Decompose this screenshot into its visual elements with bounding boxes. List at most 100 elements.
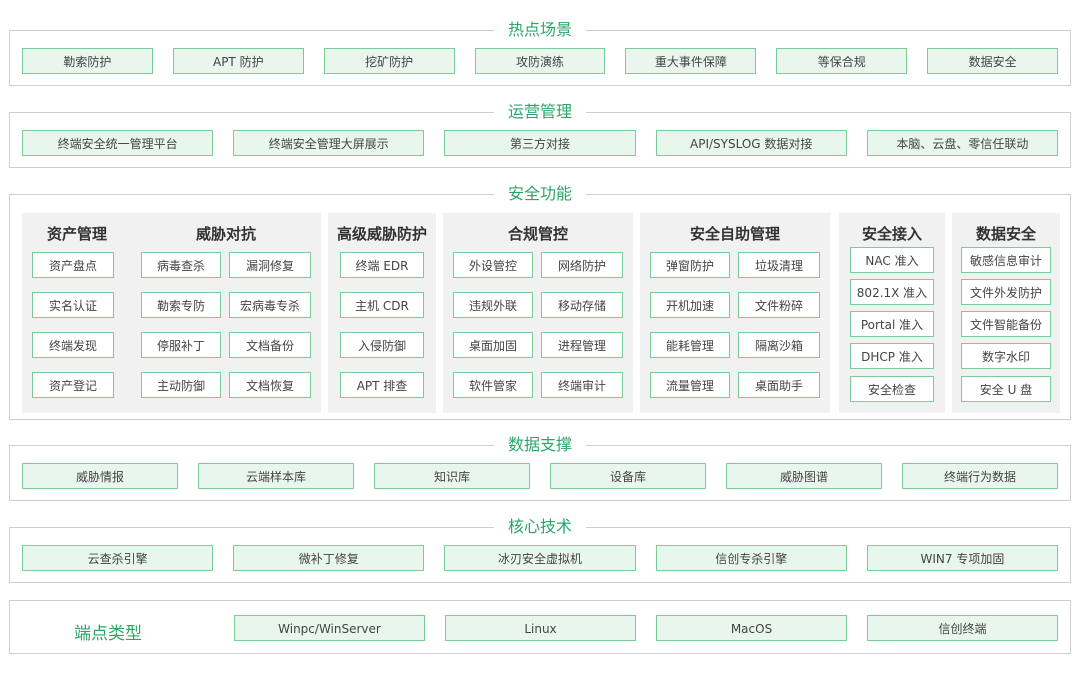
function-item: 安全 U 盘 bbox=[961, 376, 1051, 402]
function-item: 敏感信息审计 bbox=[961, 247, 1051, 273]
security-functions-section: 安全功能 资产管理 资产盘点 实名认证 终端发现 资产登记 威胁对抗 病毒查杀 … bbox=[9, 184, 1071, 420]
group-title: 威胁对抗 bbox=[195, 225, 256, 243]
group-compliance-control: 合规管控 外设管控 网络防护 违规外联 移动存储 桌面加固 进程管理 软件管家 … bbox=[443, 213, 633, 413]
function-item: 病毒查杀 bbox=[141, 252, 221, 278]
function-item: 流量管理 bbox=[650, 372, 730, 398]
function-item: 文档备份 bbox=[229, 332, 311, 358]
function-item: 文件外发防护 bbox=[961, 279, 1051, 305]
function-item: APT 排查 bbox=[340, 372, 424, 398]
hot-scenarios-section: 热点场景 勒索防护 APT 防护 挖矿防护 攻防演练 重大事件保障 等保合规 数… bbox=[9, 20, 1071, 86]
operations-section: 运营管理 终端安全统一管理平台 终端安全管理大屏展示 第三方对接 API/SYS… bbox=[9, 102, 1071, 168]
function-item: 入侵防御 bbox=[340, 332, 424, 358]
hot-scenario-item: 等保合规 bbox=[776, 48, 908, 74]
endpoint-types-section: 端点类型 Winpc/WinServer Linux MacOS 信创终端 bbox=[9, 600, 1071, 654]
function-item: 主机 CDR bbox=[340, 292, 424, 318]
function-item: 移动存储 bbox=[541, 292, 623, 318]
data-support-item: 威胁情报 bbox=[22, 463, 178, 489]
operations-item: 终端安全管理大屏展示 bbox=[233, 130, 425, 156]
function-item: 实名认证 bbox=[32, 292, 114, 318]
core-tech-section: 核心技术 云查杀引擎 微补丁修复 冰刃安全虚拟机 信创专杀引擎 WIN7 专项加… bbox=[9, 517, 1071, 583]
function-item: 802.1X 准入 bbox=[850, 279, 934, 305]
function-item: 能耗管理 bbox=[650, 332, 730, 358]
function-item: 弹窗防护 bbox=[650, 252, 730, 278]
function-item: 软件管家 bbox=[453, 372, 533, 398]
data-support-item: 威胁图谱 bbox=[726, 463, 882, 489]
function-item: 资产登记 bbox=[32, 372, 114, 398]
operations-title: 运营管理 bbox=[493, 102, 587, 122]
operations-item: 终端安全统一管理平台 bbox=[22, 130, 214, 156]
data-support-item: 终端行为数据 bbox=[902, 463, 1058, 489]
group-title: 高级威胁防护 bbox=[336, 225, 427, 243]
function-item: 宏病毒专杀 bbox=[229, 292, 311, 318]
function-item: 终端审计 bbox=[541, 372, 623, 398]
function-item: 开机加速 bbox=[650, 292, 730, 318]
endpoint-types-label: 端点类型 bbox=[74, 624, 142, 644]
function-item: DHCP 准入 bbox=[850, 343, 934, 369]
function-item: 漏洞修复 bbox=[229, 252, 311, 278]
function-item: 违规外联 bbox=[453, 292, 533, 318]
function-item: Portal 准入 bbox=[850, 311, 934, 337]
group-threat-countermeasures: 威胁对抗 病毒查杀 漏洞修复 勒索专防 宏病毒专杀 停服补丁 文档备份 主动防御… bbox=[131, 213, 321, 413]
function-item: 桌面助手 bbox=[738, 372, 820, 398]
group-title: 数据安全 bbox=[975, 225, 1036, 243]
function-item: 资产盘点 bbox=[32, 252, 114, 278]
group-data-security: 数据安全 敏感信息审计 文件外发防护 文件智能备份 数字水印 安全 U 盘 bbox=[952, 213, 1060, 413]
group-secure-access: 安全接入 NAC 准入 802.1X 准入 Portal 准入 DHCP 准入 … bbox=[839, 213, 945, 413]
operations-row: 终端安全统一管理平台 终端安全管理大屏展示 第三方对接 API/SYSLOG 数… bbox=[22, 130, 1059, 156]
endpoint-item: MacOS bbox=[656, 615, 847, 641]
operations-item: API/SYSLOG 数据对接 bbox=[655, 130, 847, 156]
function-item: NAC 准入 bbox=[850, 247, 934, 273]
core-tech-row: 云查杀引擎 微补丁修复 冰刃安全虚拟机 信创专杀引擎 WIN7 专项加固 bbox=[22, 545, 1059, 571]
core-tech-item: WIN7 专项加固 bbox=[866, 545, 1059, 571]
group-security-self-service: 安全自助管理 弹窗防护 垃圾清理 开机加速 文件粉碎 能耗管理 隔离沙箱 流量管… bbox=[640, 213, 830, 413]
hot-scenario-item: APT 防护 bbox=[172, 48, 304, 74]
function-item: 文档恢复 bbox=[229, 372, 311, 398]
hot-scenarios-title: 热点场景 bbox=[493, 20, 587, 40]
endpoint-item: Linux bbox=[445, 615, 636, 641]
data-support-row: 威胁情报 云端样本库 知识库 设备库 威胁图谱 终端行为数据 bbox=[22, 463, 1058, 489]
group-advanced-threat-protection: 高级威胁防护 终端 EDR 主机 CDR 入侵防御 APT 排查 bbox=[328, 213, 436, 413]
function-item: 网络防护 bbox=[541, 252, 623, 278]
group-title: 安全自助管理 bbox=[689, 225, 780, 243]
group-title: 资产管理 bbox=[46, 225, 107, 243]
hot-scenario-item: 数据安全 bbox=[927, 48, 1059, 74]
hot-scenario-item: 攻防演练 bbox=[474, 48, 606, 74]
core-tech-item: 微补丁修复 bbox=[233, 545, 425, 571]
hot-scenarios-row: 勒索防护 APT 防护 挖矿防护 攻防演练 重大事件保障 等保合规 数据安全 bbox=[22, 48, 1059, 74]
function-item: 终端 EDR bbox=[340, 252, 424, 278]
function-item: 桌面加固 bbox=[453, 332, 533, 358]
function-item: 勒索专防 bbox=[141, 292, 221, 318]
group-title: 安全接入 bbox=[861, 225, 922, 243]
operations-item: 第三方对接 bbox=[444, 130, 636, 156]
function-item: 停服补丁 bbox=[141, 332, 221, 358]
endpoint-item: 信创终端 bbox=[867, 615, 1058, 641]
function-item: 主动防御 bbox=[141, 372, 221, 398]
function-item: 进程管理 bbox=[541, 332, 623, 358]
hot-scenario-item: 挖矿防护 bbox=[323, 48, 455, 74]
hot-scenario-item: 重大事件保障 bbox=[625, 48, 757, 74]
endpoint-item: Winpc/WinServer bbox=[234, 615, 425, 641]
function-item: 外设管控 bbox=[453, 252, 533, 278]
endpoint-types-row: Winpc/WinServer Linux MacOS 信创终端 bbox=[234, 615, 1058, 641]
data-support-item: 设备库 bbox=[550, 463, 706, 489]
core-tech-item: 云查杀引擎 bbox=[22, 545, 214, 571]
core-tech-title: 核心技术 bbox=[493, 517, 587, 537]
function-item: 安全检查 bbox=[850, 376, 934, 402]
function-item: 文件粉碎 bbox=[738, 292, 820, 318]
function-item: 垃圾清理 bbox=[738, 252, 820, 278]
group-title: 合规管控 bbox=[507, 225, 568, 243]
hot-scenario-item: 勒索防护 bbox=[22, 48, 153, 74]
data-support-item: 云端样本库 bbox=[198, 463, 354, 489]
operations-item: 本脑、云盘、零信任联动 bbox=[866, 130, 1059, 156]
function-item: 文件智能备份 bbox=[961, 311, 1051, 337]
group-asset-management: 资产管理 资产盘点 实名认证 终端发现 资产登记 bbox=[22, 213, 132, 413]
function-item: 终端发现 bbox=[32, 332, 114, 358]
function-item: 隔离沙箱 bbox=[738, 332, 820, 358]
core-tech-item: 冰刃安全虚拟机 bbox=[444, 545, 636, 571]
core-tech-item: 信创专杀引擎 bbox=[655, 545, 847, 571]
data-support-title: 数据支撑 bbox=[493, 435, 587, 455]
function-item: 数字水印 bbox=[961, 343, 1051, 369]
data-support-section: 数据支撑 威胁情报 云端样本库 知识库 设备库 威胁图谱 终端行为数据 bbox=[9, 435, 1071, 501]
security-functions-title: 安全功能 bbox=[493, 184, 587, 204]
data-support-item: 知识库 bbox=[374, 463, 530, 489]
